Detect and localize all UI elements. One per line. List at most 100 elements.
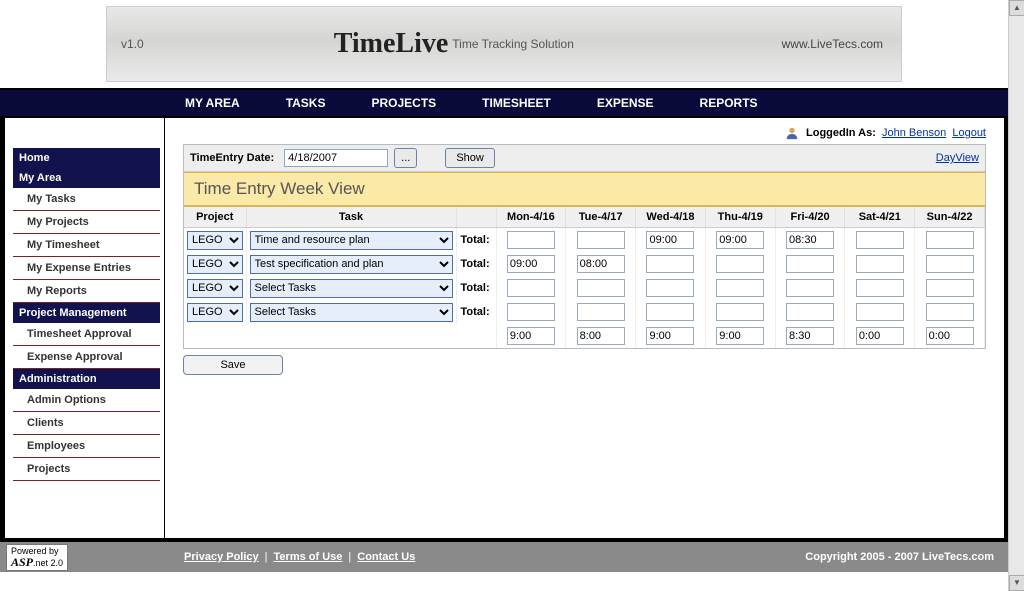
site-url: www.LiveTecs.com xyxy=(782,37,883,51)
time-cell[interactable] xyxy=(646,303,694,321)
scroll-down-icon[interactable]: ▼ xyxy=(1009,575,1024,591)
sidebar-item-clients[interactable]: Clients xyxy=(13,412,160,435)
dayview-link[interactable]: DayView xyxy=(936,152,979,164)
sidebar-head-project-management[interactable]: Project Management xyxy=(13,303,160,323)
footer-terms[interactable]: Terms of Use xyxy=(274,551,343,563)
footer-privacy[interactable]: Privacy Policy xyxy=(184,551,259,563)
time-cell[interactable] xyxy=(926,303,974,321)
sidebar-head-home[interactable]: Home xyxy=(13,148,160,168)
time-cell[interactable] xyxy=(577,255,625,273)
time-cell[interactable] xyxy=(716,279,764,297)
footer-contact[interactable]: Contact Us xyxy=(357,551,415,563)
table-row: LEGO Time and resource planTotal: xyxy=(184,228,985,253)
total-cell xyxy=(507,327,555,345)
time-cell[interactable] xyxy=(926,231,974,249)
task-select[interactable]: Test specification and plan xyxy=(250,255,453,274)
col-task: Task xyxy=(246,207,456,228)
time-cell[interactable] xyxy=(786,255,834,273)
sidebar-head-administration[interactable]: Administration xyxy=(13,369,160,389)
total-cell xyxy=(926,327,974,345)
project-select[interactable]: LEGO xyxy=(187,255,243,274)
app-title: TimeLive xyxy=(334,28,449,60)
time-cell[interactable] xyxy=(856,279,904,297)
task-select[interactable]: Select Tasks xyxy=(250,279,453,298)
sidebar-item-expense-approval[interactable]: Expense Approval xyxy=(13,346,160,369)
project-select[interactable]: LEGO xyxy=(187,231,243,250)
user-link[interactable]: John Benson xyxy=(882,127,946,139)
sidebar-item-projects[interactable]: Projects xyxy=(13,458,160,481)
show-button[interactable]: Show xyxy=(445,148,495,168)
time-cell[interactable] xyxy=(926,255,974,273)
total-cell xyxy=(786,327,834,345)
time-cell[interactable] xyxy=(786,279,834,297)
time-cell[interactable] xyxy=(786,303,834,321)
time-cell[interactable] xyxy=(507,231,555,249)
nav-my-area[interactable]: MY AREA xyxy=(185,96,240,110)
totals-row xyxy=(184,324,985,348)
row-total-label: Total: xyxy=(456,252,496,276)
col-fri-4-20: Fri-4/20 xyxy=(775,207,845,228)
scroll-up-icon[interactable]: ▲ xyxy=(1009,0,1024,16)
nav-reports[interactable]: REPORTS xyxy=(700,96,758,110)
time-cell[interactable] xyxy=(856,255,904,273)
time-cell[interactable] xyxy=(716,231,764,249)
time-cell[interactable] xyxy=(856,231,904,249)
sidebar-item-employees[interactable]: Employees xyxy=(13,435,160,458)
loggedin-label: LoggedIn As: xyxy=(806,127,876,139)
time-cell[interactable] xyxy=(646,231,694,249)
sidebar-item-my-projects[interactable]: My Projects xyxy=(13,211,160,234)
time-cell[interactable] xyxy=(646,255,694,273)
col-sat-4-21: Sat-4/21 xyxy=(845,207,915,228)
time-cell[interactable] xyxy=(577,231,625,249)
table-row: LEGOSelect TasksTotal: xyxy=(184,276,985,300)
sidebar-item-my-tasks[interactable]: My Tasks xyxy=(13,188,160,211)
col-sun-4-22: Sun-4/22 xyxy=(915,207,985,228)
copyright: Copyright 2005 - 2007 LiveTecs.com xyxy=(805,551,994,563)
top-nav: MY AREA TASKS PROJECTS TIMESHEET EXPENSE… xyxy=(0,88,1008,118)
sidebar-item-timesheet-approval[interactable]: Timesheet Approval xyxy=(13,323,160,346)
version-label: v1.0 xyxy=(121,37,144,51)
date-picker-button[interactable]: ... xyxy=(394,148,417,168)
row-total-label: Total: xyxy=(456,228,496,253)
time-cell[interactable] xyxy=(507,255,555,273)
time-cell[interactable] xyxy=(856,303,904,321)
footer: Powered by ASP.net 2.0 Privacy Policy| T… xyxy=(0,542,1008,572)
total-cell xyxy=(646,327,694,345)
nav-expense[interactable]: EXPENSE xyxy=(597,96,654,110)
time-cell[interactable] xyxy=(577,279,625,297)
time-cell[interactable] xyxy=(926,279,974,297)
nav-tasks[interactable]: TASKS xyxy=(286,96,326,110)
sidebar-item-admin-options[interactable]: Admin Options xyxy=(13,389,160,412)
time-cell[interactable] xyxy=(507,279,555,297)
time-cell[interactable] xyxy=(716,255,764,273)
nav-projects[interactable]: PROJECTS xyxy=(371,96,436,110)
date-label: TimeEntry Date: xyxy=(190,152,274,164)
sidebar-head-my-area[interactable]: My Area xyxy=(13,168,160,188)
row-total-label: Total: xyxy=(456,300,496,324)
sidebar-item-my-expense-entries[interactable]: My Expense Entries xyxy=(13,257,160,280)
timeentry-toolbar: TimeEntry Date: ... Show DayView xyxy=(184,145,985,172)
save-button[interactable]: Save xyxy=(183,355,283,375)
time-cell[interactable] xyxy=(716,303,764,321)
total-cell xyxy=(856,327,904,345)
total-cell xyxy=(716,327,764,345)
time-cell[interactable] xyxy=(577,303,625,321)
project-select[interactable]: LEGO xyxy=(187,279,243,298)
date-input[interactable] xyxy=(284,149,388,167)
time-cell[interactable] xyxy=(786,231,834,249)
project-select[interactable]: LEGO xyxy=(187,303,243,322)
col-mon-4-16: Mon-4/16 xyxy=(496,207,566,228)
table-row: LEGO Test specification and planTotal: xyxy=(184,252,985,276)
nav-timesheet[interactable]: TIMESHEET xyxy=(482,96,551,110)
task-select[interactable]: Time and resource plan xyxy=(250,231,453,250)
col-project: Project xyxy=(184,207,246,228)
time-cell[interactable] xyxy=(507,303,555,321)
sidebar-item-my-reports[interactable]: My Reports xyxy=(13,280,160,303)
time-cell[interactable] xyxy=(646,279,694,297)
col-wed-4-18: Wed-4/18 xyxy=(636,207,706,228)
task-select[interactable]: Select Tasks xyxy=(250,303,453,322)
sidebar: HomeMy AreaMy TasksMy ProjectsMy Timeshe… xyxy=(5,118,165,538)
logout-link[interactable]: Logout xyxy=(952,127,986,139)
vertical-scrollbar[interactable]: ▲ ▼ xyxy=(1008,0,1024,591)
sidebar-item-my-timesheet[interactable]: My Timesheet xyxy=(13,234,160,257)
